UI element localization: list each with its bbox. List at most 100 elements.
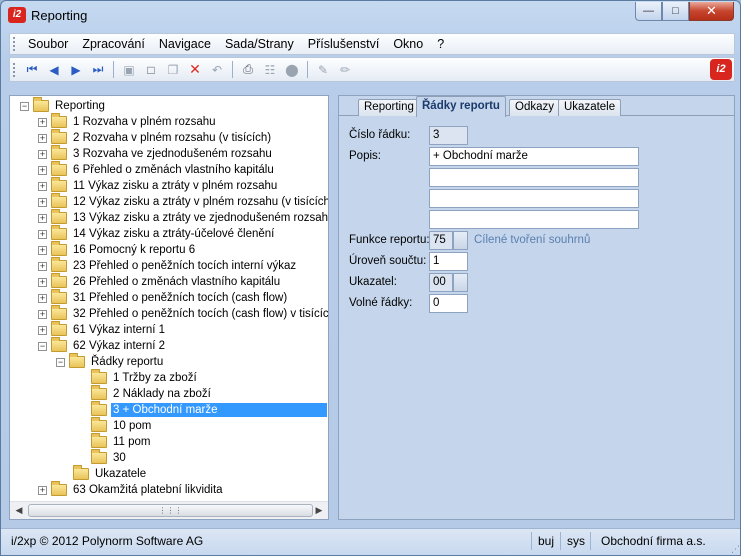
expand-icon[interactable]: + <box>38 149 47 159</box>
save-button[interactable]: ▣ <box>120 60 139 79</box>
collapse-icon[interactable]: − <box>20 101 29 111</box>
tab-odkazy[interactable]: Odkazy <box>509 99 560 116</box>
toolbar-grip[interactable] <box>13 62 17 77</box>
menu-help[interactable]: ? <box>430 37 451 51</box>
tab-ukazatele[interactable]: Ukazatele <box>558 99 622 116</box>
expand-icon[interactable]: + <box>38 277 47 287</box>
tab-reporting[interactable]: Reporting <box>358 99 420 116</box>
tree-item-label: 26 Přehled o změnách vlastního kapitálu <box>73 276 281 288</box>
popis-line-1[interactable]: + Obchodní marže <box>429 147 639 166</box>
expand-icon[interactable]: + <box>38 197 47 207</box>
previous-record-button[interactable]: ◀ <box>45 60 64 79</box>
clear-edit-button[interactable]: ✏ <box>336 60 355 79</box>
structure-button[interactable]: ☷ <box>261 60 280 79</box>
tree-item[interactable]: − 62 Výkaz interní 2 <box>38 337 167 354</box>
tree-item[interactable]: +16 Pomocný k reportu 6 <box>38 241 197 258</box>
expand-icon[interactable]: + <box>38 165 47 175</box>
expand-icon[interactable]: + <box>38 261 47 271</box>
menu-soubor[interactable]: Soubor <box>21 37 75 51</box>
tree-leaf[interactable]: 30 <box>91 449 128 466</box>
toolbar-separator <box>307 61 308 78</box>
cislo-field[interactable]: 3 <box>429 126 468 145</box>
new-document-icon: □ <box>147 62 155 77</box>
tree-item[interactable]: +12 Výkaz zisku a ztráty v plném rozsahu… <box>38 193 328 210</box>
tree-leaf-label: 10 pom <box>113 420 152 432</box>
expand-icon[interactable]: + <box>38 181 47 191</box>
tree-root-label: Reporting <box>55 100 105 112</box>
tree-item[interactable]: +13 Výkaz zisku a ztráty ve zjednodušené… <box>38 209 328 226</box>
edit-button[interactable]: ✎ <box>314 60 333 79</box>
menu-grip[interactable] <box>13 37 17 51</box>
undo-button[interactable]: ↶ <box>208 60 227 79</box>
expand-icon[interactable]: + <box>38 293 47 303</box>
toolbar-logo-icon: i2 <box>710 59 732 80</box>
tree-subfolder[interactable]: − Řádky reportu <box>56 353 165 370</box>
print-button[interactable]: ⎙ <box>239 60 258 79</box>
expand-icon[interactable]: + <box>38 213 47 223</box>
tree-ukazatele[interactable]: Ukazatele <box>73 465 148 482</box>
menu-navigace[interactable]: Navigace <box>152 37 218 51</box>
copy-button[interactable]: ❐ <box>164 60 183 79</box>
tree-leaf[interactable]: 10 pom <box>91 417 153 434</box>
collapse-icon[interactable]: − <box>56 357 65 367</box>
menu-zpracovani[interactable]: Zpracování <box>75 37 152 51</box>
first-record-button[interactable]: ⏮ <box>23 60 42 79</box>
collapse-icon[interactable]: − <box>38 341 47 351</box>
ukazatel-field[interactable]: 00 <box>429 273 453 292</box>
minimize-button[interactable]: — <box>635 2 662 21</box>
popis-line-2[interactable] <box>429 168 639 187</box>
toolbar: ⏮ ◀ ▶ ⏭ ▣ □ ❐ ✕ ↶ ⎙ ☷ ⬤ ✎ ✏ i2 <box>9 57 735 82</box>
tree-leaf-selected[interactable]: 3 + Obchodní marže <box>91 401 327 418</box>
last-record-button[interactable]: ⏭ <box>89 60 108 79</box>
scroll-right-icon[interactable]: ▶ <box>313 505 325 516</box>
tree-item[interactable]: +26 Přehled o změnách vlastního kapitálu <box>38 273 282 290</box>
expand-icon[interactable]: + <box>38 485 47 495</box>
tree-item[interactable]: +63 Okamžitá platební likvidita <box>38 481 225 498</box>
next-record-button[interactable]: ▶ <box>67 60 86 79</box>
uroven-field[interactable]: 1 <box>429 252 468 271</box>
scrollbar-thumb[interactable]: ⋮⋮⋮ <box>28 504 313 517</box>
delete-button[interactable]: ✕ <box>186 60 205 79</box>
expand-icon[interactable]: + <box>38 133 47 143</box>
tab-radky-reportu[interactable]: Řádky reportu <box>416 96 506 117</box>
tree-item[interactable]: +6 Přehled o změnách vlastního kapitálu <box>38 161 276 178</box>
tree-leaf[interactable]: 2 Náklady na zboží <box>91 385 213 402</box>
popis-line-4[interactable] <box>429 210 639 229</box>
tree-leaf[interactable]: 1 Tržby za zboží <box>91 369 199 386</box>
tree-item[interactable]: +31 Přehled o peněžních tocích (cash flo… <box>38 289 289 306</box>
funkce-field[interactable]: 75 <box>429 231 453 250</box>
folder-icon <box>51 305 67 320</box>
scroll-left-icon[interactable]: ◀ <box>13 505 25 516</box>
tree-item[interactable]: +3 Rozvaha ve zjednodušeném rozsahu <box>38 145 274 162</box>
tree-item[interactable]: +23 Přehled o peněžních tocích interní v… <box>38 257 298 274</box>
expand-icon[interactable]: + <box>38 325 47 335</box>
maximize-button[interactable]: □ <box>662 2 689 21</box>
tree-root[interactable]: − Reporting <box>20 97 107 114</box>
menu-okno[interactable]: Okno <box>386 37 430 51</box>
tree-item[interactable]: +11 Výkaz zisku a ztráty v plném rozsahu <box>38 177 279 194</box>
expand-icon[interactable]: + <box>38 229 47 239</box>
tree-item[interactable]: +1 Rozvaha v plném rozsahu <box>38 113 218 130</box>
folder-icon <box>51 273 67 288</box>
tree-item-label: 31 Přehled o peněžních tocích (cash flow… <box>73 292 288 304</box>
funkce-lookup-button[interactable] <box>453 231 468 250</box>
tree-horizontal-scrollbar[interactable]: ◀ ⋮⋮⋮ ▶ <box>10 501 328 519</box>
expand-icon[interactable]: + <box>38 245 47 255</box>
resize-grip-icon[interactable]: ⋰ <box>731 544 740 555</box>
tree-item[interactable]: +2 Rozvaha v plném rozsahu (v tisících) <box>38 129 273 146</box>
menu-sada-strany[interactable]: Sada/Strany <box>218 37 301 51</box>
expand-icon[interactable]: + <box>38 117 47 127</box>
tree-item[interactable]: +32 Přehled o peněžních tocích (cash flo… <box>38 305 328 322</box>
expand-icon[interactable]: + <box>38 309 47 319</box>
stop-button[interactable]: ⬤ <box>283 60 302 79</box>
tree-leaf[interactable]: 11 pom <box>91 433 153 450</box>
new-document-button[interactable]: □ <box>142 60 161 79</box>
close-button[interactable]: ✕ <box>689 2 734 21</box>
title-bar[interactable]: i2 Reporting — □ ✕ <box>1 1 740 31</box>
tree-item[interactable]: +61 Výkaz interní 1 <box>38 321 167 338</box>
ukazatel-lookup-button[interactable] <box>453 273 468 292</box>
popis-line-3[interactable] <box>429 189 639 208</box>
volne-field[interactable]: 0 <box>429 294 468 313</box>
menu-prislusenstvi[interactable]: Příslušenství <box>301 37 387 51</box>
tree-item[interactable]: +14 Výkaz zisku a ztráty-účelové členění <box>38 225 276 242</box>
